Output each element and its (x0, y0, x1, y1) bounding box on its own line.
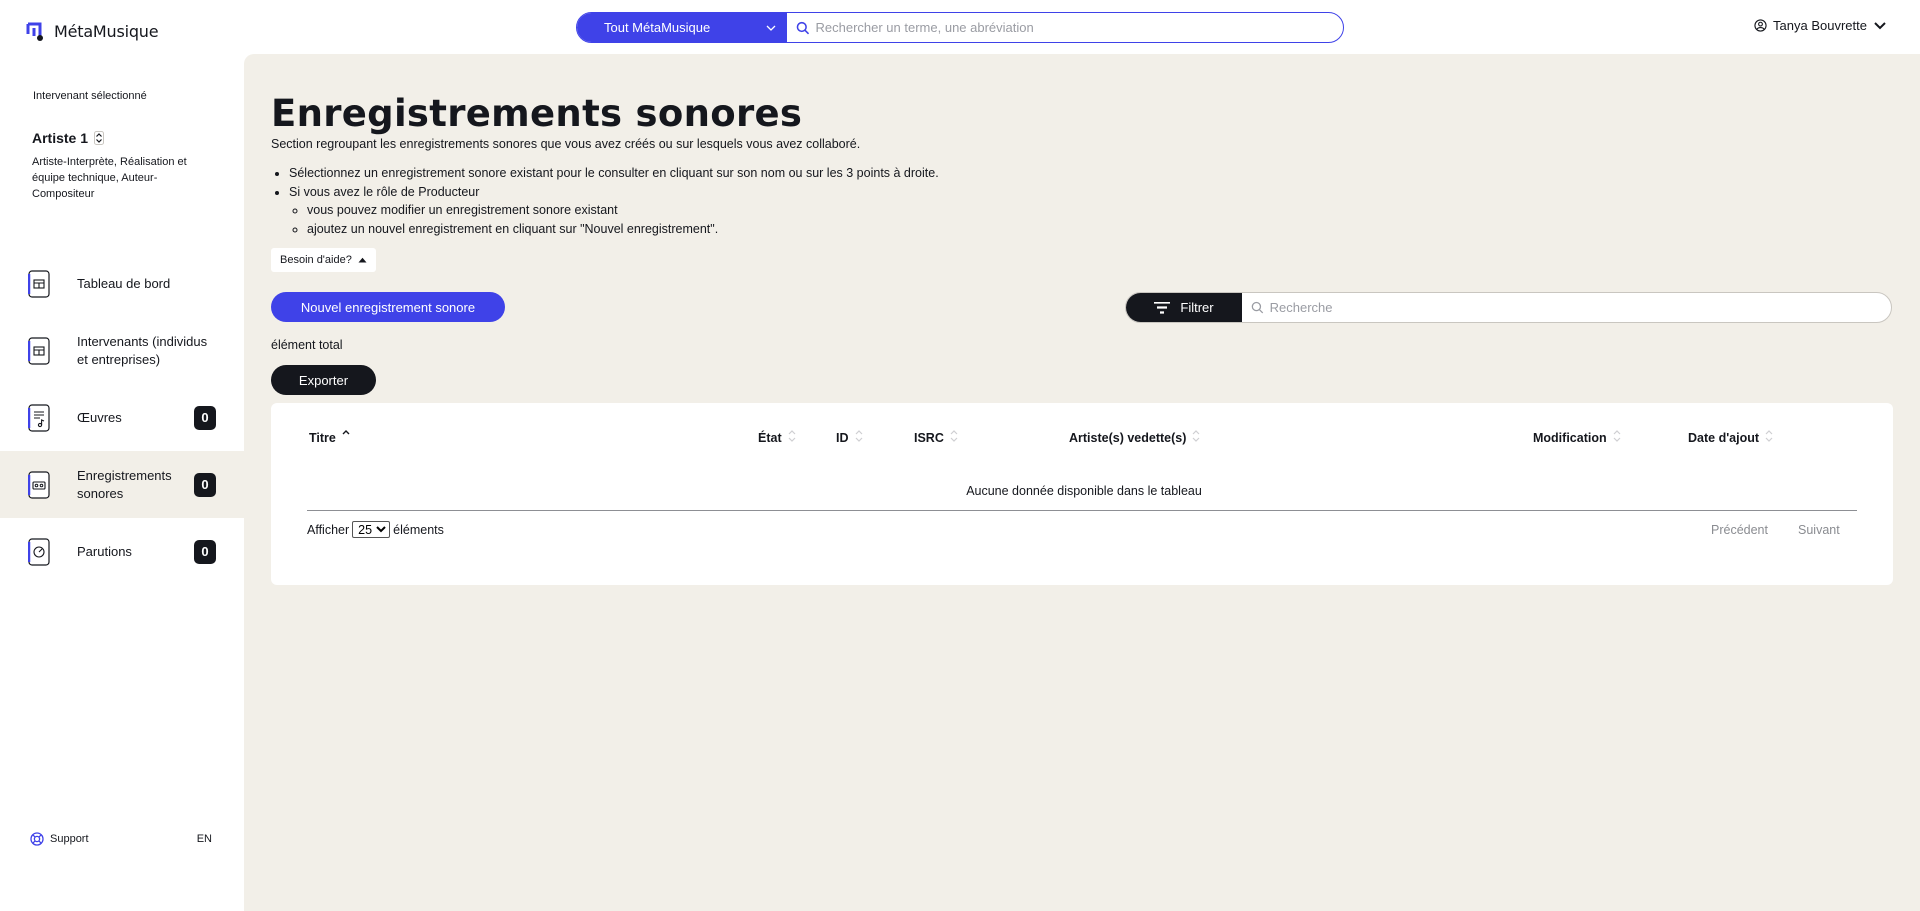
sidebar-item-label: Intervenants (individus et entreprises) (77, 333, 208, 367)
instruction-item: Si vous avez le rôle de Producteur vous … (289, 183, 939, 239)
column-header-id[interactable]: ID (836, 430, 863, 445)
total-count-text: élément total (271, 338, 343, 352)
dashboard-icon (28, 269, 50, 298)
column-header-date-added[interactable]: Date d'ajout (1688, 430, 1773, 445)
column-header-isrc[interactable]: ISRC (914, 430, 958, 445)
column-header-modification[interactable]: Modification (1533, 430, 1621, 445)
sidebar-footer: Support EN (30, 832, 212, 846)
caret-up-icon (358, 257, 367, 263)
column-label: Titre (309, 431, 336, 445)
length-suffix: éléments (393, 522, 444, 537)
sort-icon (855, 430, 862, 442)
sidebar-nav: Tableau de bord Intervenants (individus … (0, 250, 244, 585)
page-title: Enregistrements sonores (271, 92, 803, 135)
sort-icon (1613, 430, 1621, 442)
filter-button[interactable]: Filtrer (1126, 293, 1242, 322)
help-label: Besoin d'aide? (280, 254, 352, 266)
sound-recording-icon (28, 470, 50, 499)
brand-name: MétaMusique (54, 21, 159, 41)
support-label: Support (50, 833, 89, 845)
artist-selector[interactable]: Artiste 1 (32, 130, 105, 146)
logo-icon (26, 22, 43, 41)
people-icon (28, 336, 50, 365)
release-disc-icon (28, 537, 50, 566)
sort-asc-icon (342, 430, 350, 435)
top-bar: MétaMusique Tout MétaMusique Tanya Bouvr… (0, 0, 1920, 54)
count-badge: 0 (194, 472, 216, 497)
sort-icon (788, 430, 796, 442)
sidebar-item-contributors[interactable]: Intervenants (individus et entreprises) (0, 317, 244, 384)
sidebar-item-label: Tableau de bord (77, 275, 171, 291)
sidebar-item-sound-recordings[interactable]: Enregistrements sonores 0 (0, 451, 244, 518)
recordings-table: Titre État ID ISRC Artiste(s) vedette(s) (271, 403, 1893, 585)
length-prefix: Afficher (307, 522, 350, 537)
sort-updown-icon (94, 131, 105, 145)
page-description: Section regroupant les enregistrements s… (271, 137, 861, 151)
app-logo[interactable]: MétaMusique (26, 20, 159, 42)
chevron-down-icon (1874, 21, 1886, 29)
instruction-item: Sélectionnez un enregistrement sonore ex… (289, 164, 939, 183)
next-page-button[interactable]: Suivant (1798, 523, 1840, 537)
global-search-input[interactable] (815, 20, 1343, 35)
filter-label: Filtrer (1180, 300, 1214, 315)
sort-icon (950, 430, 958, 442)
language-switch[interactable]: EN (197, 833, 212, 845)
musical-work-icon (28, 403, 50, 432)
column-label: Artiste(s) vedette(s) (1069, 431, 1187, 445)
new-sound-recording-button[interactable]: Nouvel enregistrement sonore (271, 292, 505, 322)
user-name: Tanya Bouvrette (1773, 18, 1867, 33)
table-search-input[interactable] (1269, 300, 1891, 315)
filter-icon (1154, 301, 1171, 314)
lifebuoy-icon (30, 832, 44, 846)
support-link[interactable]: Support (30, 832, 89, 846)
table-empty-message: Aucune donnée disponible dans le tableau (966, 484, 1202, 498)
sort-icon (1765, 430, 1773, 442)
filter-bar: Filtrer (1125, 292, 1892, 323)
page-length-select[interactable]: 25 (352, 521, 391, 538)
search-icon (1251, 301, 1264, 314)
chevron-down-icon (766, 25, 776, 31)
instruction-subitem: vous pouvez modifier un enregistrement s… (307, 201, 939, 220)
sidebar: Intervenant sélectionné Artiste 1 Artist… (0, 54, 244, 911)
sidebar-item-dashboard[interactable]: Tableau de bord (0, 250, 244, 317)
count-badge: 0 (194, 405, 216, 430)
artist-name: Artiste 1 (32, 130, 89, 146)
artist-roles: Artiste-Interprète, Réalisation et équip… (32, 156, 187, 200)
table-divider (307, 510, 1857, 511)
sidebar-item-works[interactable]: Œuvres 0 (0, 384, 244, 451)
column-label: ISRC (914, 431, 944, 445)
column-label: Modification (1533, 431, 1607, 445)
user-icon (1754, 19, 1767, 32)
user-menu[interactable]: Tanya Bouvrette (1754, 18, 1887, 33)
sort-icon (1192, 430, 1200, 442)
export-button[interactable]: Exporter (271, 365, 376, 395)
search-scope-select[interactable]: Tout MétaMusique (577, 13, 787, 42)
instruction-text: Si vous avez le rôle de Producteur (289, 184, 480, 199)
previous-page-button[interactable]: Précédent (1711, 523, 1768, 537)
column-header-state[interactable]: État (758, 430, 796, 445)
search-scope-label: Tout MétaMusique (604, 20, 711, 35)
sidebar-item-releases[interactable]: Parutions 0 (0, 518, 244, 585)
column-header-title[interactable]: Titre (309, 430, 350, 445)
column-label: ID (836, 431, 849, 445)
global-search: Tout MétaMusique (576, 12, 1344, 43)
column-header-featured-artists[interactable]: Artiste(s) vedette(s) (1069, 430, 1200, 445)
column-label: Date d'ajout (1688, 431, 1760, 445)
selected-contributor-label: Intervenant sélectionné (33, 90, 147, 102)
main-content: Enregistrements sonores Section regroupa… (244, 54, 1920, 911)
column-label: État (758, 431, 782, 445)
help-toggle-button[interactable]: Besoin d'aide? (271, 248, 376, 272)
instruction-subitem: ajoutez un nouvel enregistrement en cliq… (307, 220, 939, 239)
search-icon (796, 21, 810, 34)
count-badge: 0 (194, 539, 216, 564)
instructions-list: Sélectionnez un enregistrement sonore ex… (289, 164, 939, 238)
page-length-control: Afficher 25 éléments (307, 521, 444, 538)
